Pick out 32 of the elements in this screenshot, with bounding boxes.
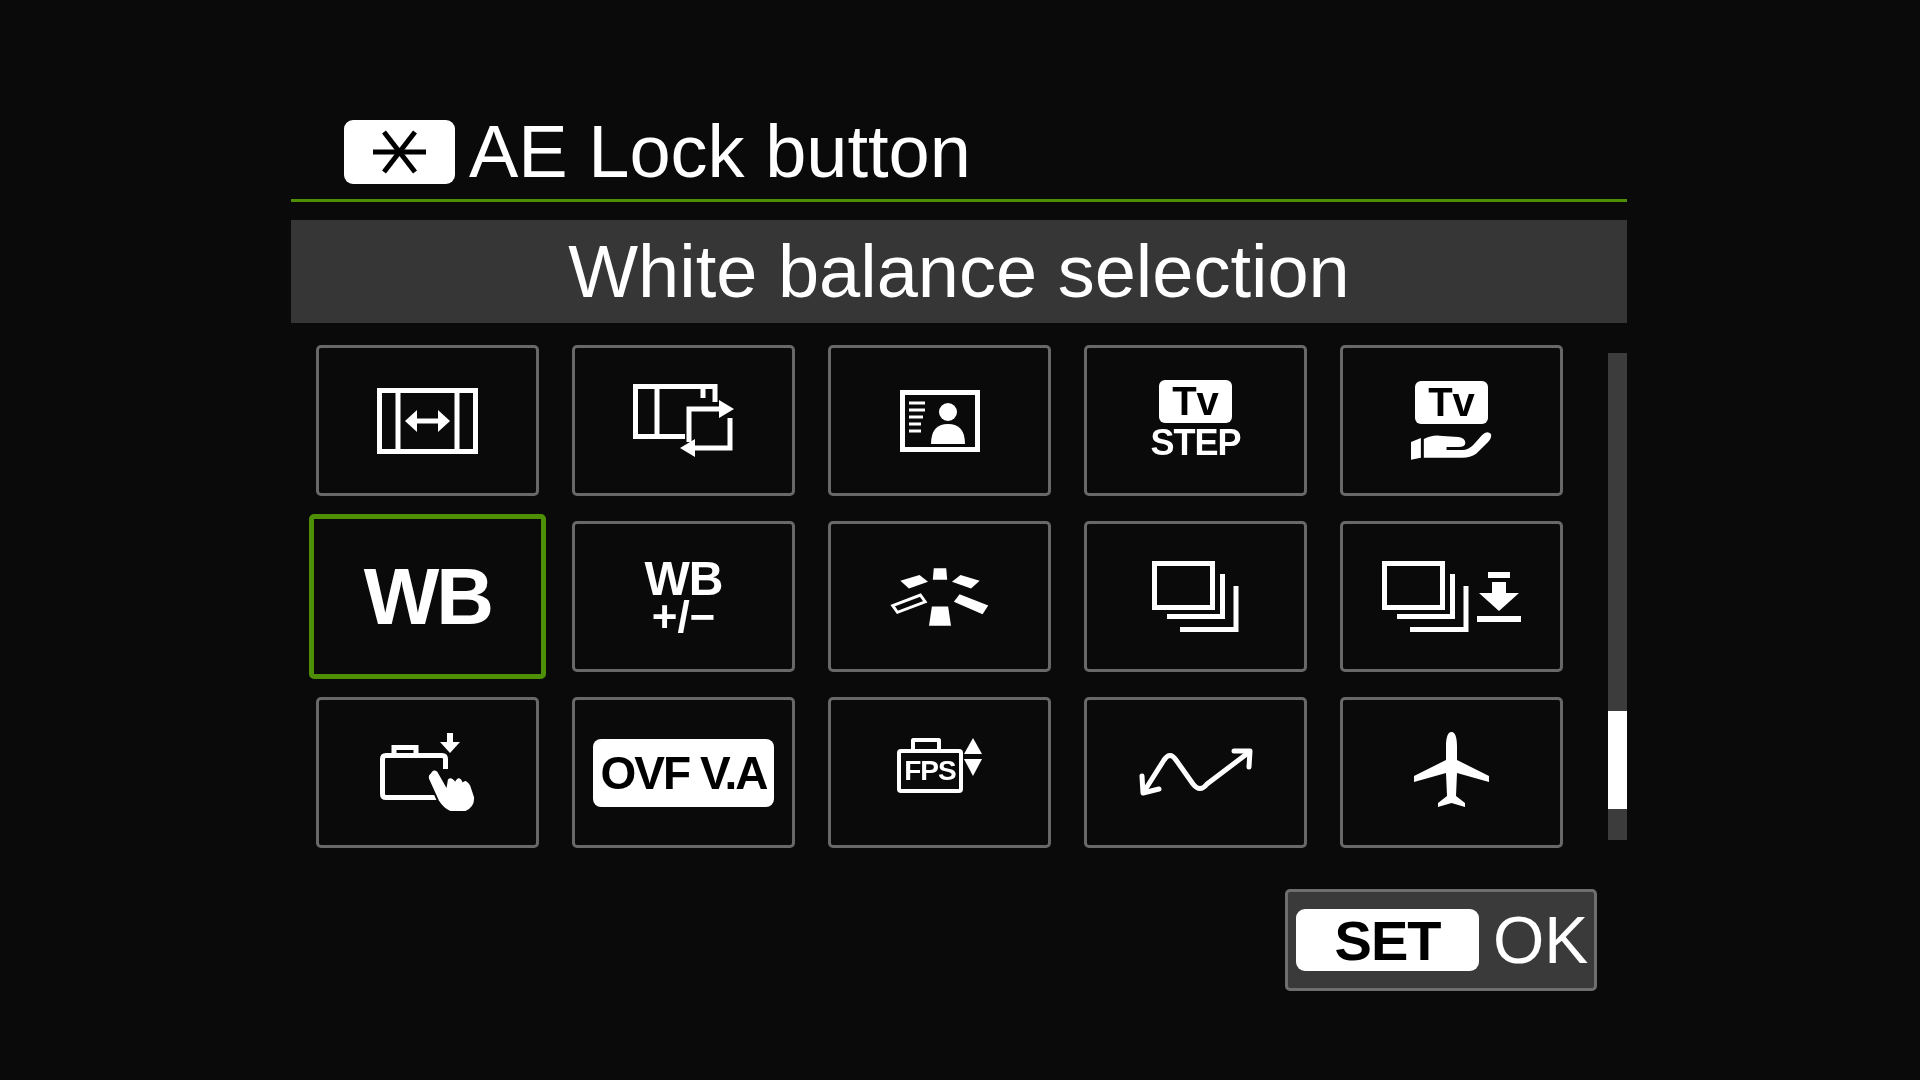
option-button[interactable] <box>1340 521 1563 672</box>
stacked-frames-icon <box>1152 561 1239 632</box>
option-button[interactable] <box>316 345 539 496</box>
portrait-card-icon <box>899 389 980 452</box>
option-button[interactable]: WB +/− <box>572 521 795 672</box>
camera-hand-icon <box>379 732 476 813</box>
zigzag-arrows-icon <box>1137 747 1254 798</box>
ok-button[interactable]: SET OK <box>1285 889 1597 991</box>
up-down-triangles-icon <box>963 738 982 776</box>
screen-title: AE Lock button <box>469 115 971 189</box>
option-button[interactable]: Tv STEP <box>1084 345 1307 496</box>
key-label: SET <box>1296 909 1479 971</box>
option-button[interactable]: OVF V.A <box>572 697 795 848</box>
label-tag: Tv <box>1159 380 1232 423</box>
option-button[interactable] <box>316 697 539 848</box>
asterisk-icon <box>344 120 455 184</box>
option-button[interactable] <box>828 521 1051 672</box>
option-button[interactable] <box>572 345 795 496</box>
option-button[interactable]: WB <box>309 514 546 679</box>
camera-label: FPS <box>897 738 963 793</box>
option-button[interactable]: Tv <box>1340 345 1563 496</box>
label-tag: OVF V.A <box>592 738 775 807</box>
stacked-frames-icon <box>1382 561 1469 632</box>
option-button[interactable] <box>1340 697 1563 848</box>
option-button[interactable] <box>1084 521 1307 672</box>
option-button[interactable] <box>1084 697 1307 848</box>
function-title: White balance selection <box>291 220 1627 323</box>
option-button[interactable]: FPS <box>828 697 1051 848</box>
frame-cycle-icon <box>633 384 734 457</box>
option-button[interactable] <box>828 345 1051 496</box>
down-arrow-icon <box>1477 571 1521 622</box>
label-tag: Tv <box>1415 381 1488 424</box>
